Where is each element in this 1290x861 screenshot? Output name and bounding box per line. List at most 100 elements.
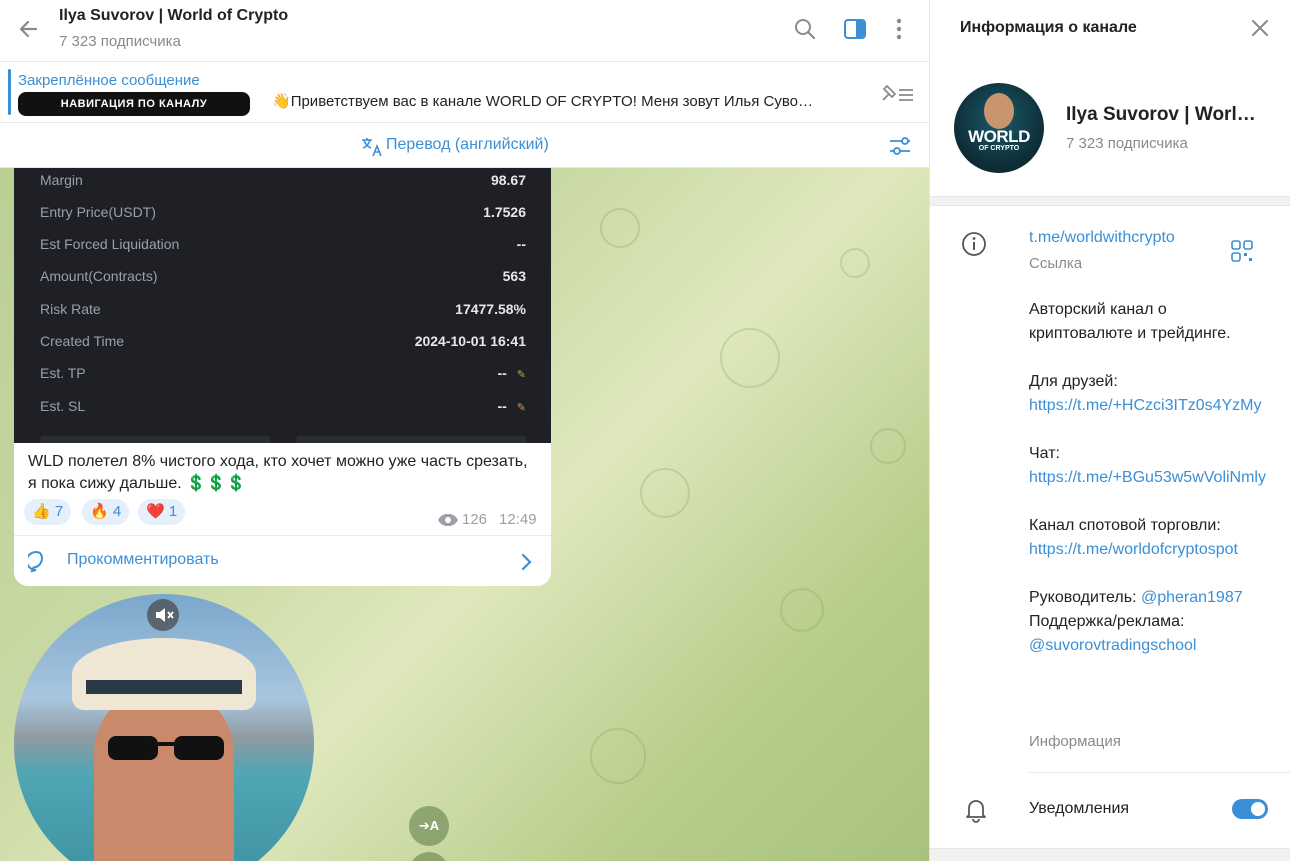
notifications-label: Уведомления: [1029, 800, 1130, 817]
channel-link[interactable]: t.me/worldwithcrypto: [1029, 229, 1175, 247]
pinned-title: Закреплённое сообщение: [18, 72, 200, 89]
support-label: Поддержка/реклама:: [1029, 613, 1185, 630]
background-doodle: [640, 468, 690, 518]
position-row: Created Time 2024-10-01 16:41: [40, 333, 526, 355]
position-row-value: 98.67: [491, 172, 526, 188]
mute-icon[interactable]: [147, 599, 179, 631]
channel-subscriber-count: 7 323 подписчика: [1066, 135, 1188, 152]
section-divider: [930, 848, 1290, 861]
close-icon[interactable]: [1248, 16, 1272, 40]
comment-label: Прокомментировать: [67, 551, 219, 568]
position-row-value-text: --: [497, 365, 507, 381]
support-link[interactable]: @suvorovtradingschool: [1029, 634, 1269, 658]
head-row: Руководитель: @pheran1987: [1029, 586, 1269, 610]
toggle-knob: [1251, 802, 1265, 816]
chat-subscriber-count: 7 323 подписчика: [59, 33, 181, 50]
translate-settings-icon[interactable]: [888, 135, 912, 157]
reaction-count: 1: [168, 503, 178, 520]
reaction-fire[interactable]: 🔥 4: [82, 499, 130, 525]
sidebar-toggle-icon[interactable]: [842, 16, 868, 42]
comment-button[interactable]: Прокомментировать: [14, 535, 551, 586]
video-hat-band: [86, 680, 242, 694]
position-row-key: Amount(Contracts): [40, 268, 158, 284]
position-row: Est. TP -- ✎: [40, 365, 526, 387]
position-row: Entry Price(USDT) 1.7526: [40, 204, 526, 226]
scroll-fab-button[interactable]: [409, 852, 449, 861]
position-row-value: 17477.58%: [455, 301, 526, 317]
spot-label: Канал спотовой торговли:: [1029, 517, 1221, 534]
position-row-value: --: [517, 236, 526, 252]
position-row-key: Entry Price(USDT): [40, 204, 156, 220]
position-row: Amount(Contracts) 563: [40, 268, 526, 290]
pinned-badge: НАВИГАЦИЯ ПО КАНАЛУ: [18, 92, 250, 116]
info-header-title: Информация о канале: [960, 19, 1137, 36]
chat-link[interactable]: https://t.me/+BGu53w5wVoliNmly: [1029, 466, 1269, 490]
message-bubble[interactable]: Margin 98.67 Entry Price(USDT) 1.7526 Est Fo…: [14, 168, 551, 586]
channel-description: Авторский канал о криптовалюте и трейдин…: [1029, 298, 1269, 658]
position-row-value: 2024-10-01 16:41: [415, 333, 526, 349]
position-row-value: -- ✎: [497, 398, 526, 414]
info-icon: [962, 232, 986, 256]
position-row-value-text: --: [516, 236, 526, 252]
position-row: Risk Rate 17477.58%: [40, 301, 526, 323]
video-sunglasses: [108, 736, 224, 760]
position-row-value-text: 17477.58%: [455, 301, 526, 317]
translate-label[interactable]: Перевод (английский): [386, 136, 549, 154]
chat-background: Margin 98.67 Entry Price(USDT) 1.7526 Est Fo…: [0, 168, 929, 861]
chevron-right-icon: [521, 553, 532, 571]
background-doodle: [720, 328, 780, 388]
link-label: Ссылка: [1029, 255, 1083, 272]
pinned-preview: Приветствуем вас в канале WORLD OF CRYPT…: [290, 93, 813, 110]
position-row-value-text: 98.67: [490, 172, 526, 188]
video-person: [94, 684, 234, 861]
section-divider: [1029, 772, 1290, 773]
section-divider: [930, 196, 1290, 206]
bell-icon: [966, 800, 986, 823]
position-row-value: 563: [503, 268, 526, 284]
friends-link[interactable]: https://t.me/+HCzci3ITz0s4YzMy: [1029, 394, 1269, 418]
back-arrow-icon[interactable]: [14, 14, 44, 44]
avatar-person: [984, 93, 1014, 129]
reaction-heart[interactable]: ❤️ 1: [138, 499, 186, 525]
position-card-image[interactable]: Margin 98.67 Entry Price(USDT) 1.7526 Est Fo…: [14, 168, 551, 443]
search-icon[interactable]: [792, 16, 818, 42]
edit-icon[interactable]: ✎: [517, 369, 526, 381]
reaction-emoji: 👍: [32, 503, 51, 520]
pinned-message-bar[interactable]: Закреплённое сообщение НАВИГАЦИЯ ПО КАНА…: [0, 62, 929, 123]
qr-code-icon[interactable]: [1231, 240, 1253, 262]
position-row-value-text: --: [497, 398, 507, 414]
notifications-toggle[interactable]: [1232, 799, 1268, 819]
head-label: Руководитель:: [1029, 589, 1141, 606]
chat-title[interactable]: Ilya Suvorov | World of Crypto: [59, 7, 288, 25]
view-count: 126: [462, 511, 488, 528]
position-row-key: Margin: [40, 172, 83, 188]
description-label: Информация: [1029, 733, 1121, 750]
background-doodle: [840, 248, 870, 278]
channel-avatar[interactable]: WORLD OF CRYPTO: [954, 83, 1044, 173]
eye-icon: [438, 514, 458, 526]
message-time: 12:49: [499, 511, 537, 528]
position-row-key: Risk Rate: [40, 301, 101, 317]
position-row-key: Created Time: [40, 333, 125, 349]
background-doodle: [600, 208, 640, 248]
wave-emoji: 👋: [272, 93, 291, 110]
translate-fab-button[interactable]: ➔A: [409, 806, 449, 846]
friends-label: Для друзей:: [1029, 373, 1118, 390]
head-link[interactable]: @pheran1987: [1141, 589, 1243, 606]
background-doodle: [870, 428, 906, 464]
translate-icon: [362, 138, 382, 157]
reaction-emoji: ❤️: [146, 503, 165, 520]
position-row-key: Est. TP: [40, 365, 86, 381]
spot-link[interactable]: https://t.me/worldofcryptospot: [1029, 538, 1269, 562]
pinned-list-icon[interactable]: [879, 82, 915, 106]
position-row-value: 1.7526: [483, 204, 526, 220]
translate-bar[interactable]: Перевод (английский): [0, 124, 929, 168]
position-row-value: -- ✎: [497, 365, 526, 381]
more-vertical-icon[interactable]: [886, 16, 912, 42]
reaction-thumbs-up[interactable]: 👍 7: [24, 499, 72, 525]
chat-pane: Ilya Suvorov | World of Crypto 7 323 под…: [0, 0, 929, 861]
edit-icon[interactable]: ✎: [517, 402, 526, 414]
position-row-key: Est. SL: [40, 398, 86, 414]
message-text: WLD полетел 8% чистого хода, кто хочет м…: [28, 453, 528, 492]
video-message[interactable]: [14, 594, 314, 861]
